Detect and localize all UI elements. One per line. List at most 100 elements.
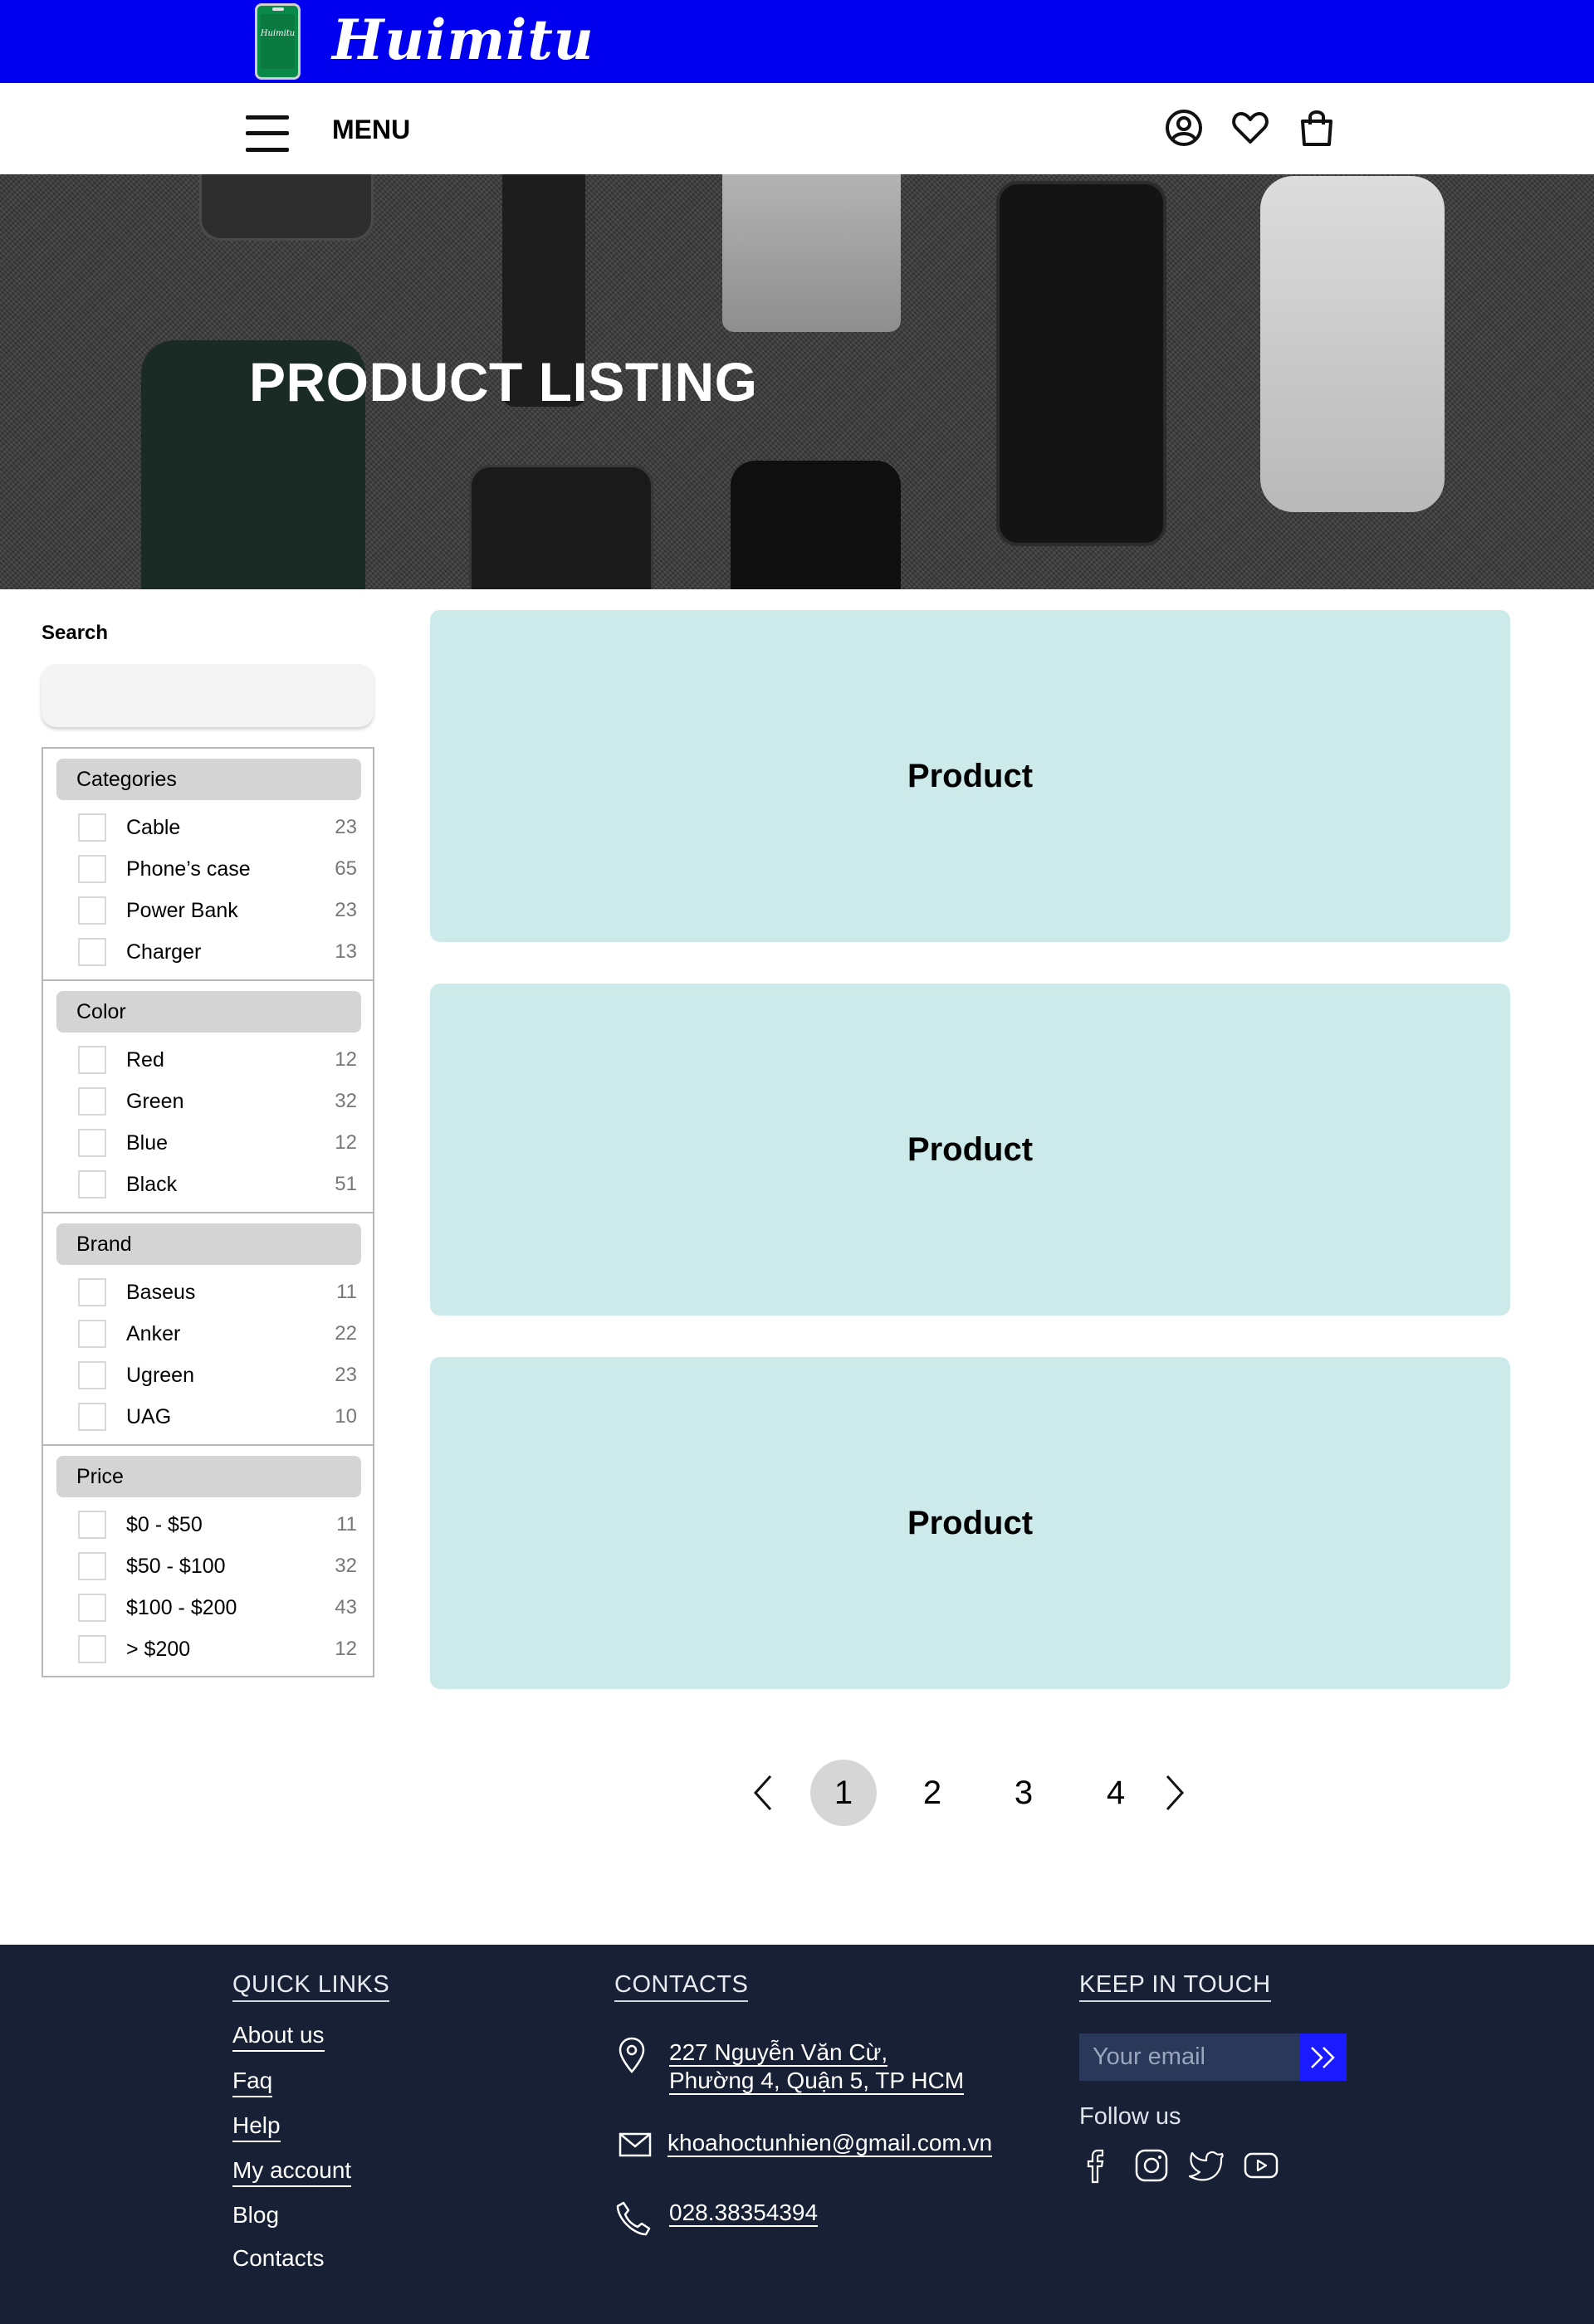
product-card[interactable]: Product [430, 1357, 1510, 1689]
hero-phone-image [199, 174, 374, 241]
filter-option[interactable]: Baseus 11 [75, 1272, 357, 1313]
checkbox[interactable] [78, 1278, 106, 1306]
contact-phone[interactable]: 028.38354394 [669, 2199, 819, 2227]
menu-label[interactable]: MENU [332, 113, 410, 146]
newsletter-email-input[interactable] [1079, 2034, 1299, 2081]
checkbox[interactable] [78, 1552, 106, 1580]
filter-option[interactable]: Cable 23 [75, 807, 357, 848]
hero-banner: PRODUCT LISTING [0, 174, 1594, 589]
heart-icon[interactable] [1227, 105, 1274, 151]
facebook-icon[interactable] [1078, 2146, 1116, 2185]
checkbox[interactable] [78, 813, 106, 842]
filter-option-count: 10 [335, 1405, 357, 1428]
checkbox[interactable] [78, 1129, 106, 1157]
footer-link-contacts[interactable]: Contacts [232, 2243, 325, 2273]
filter-option-count: 11 [336, 1281, 357, 1303]
filter-option-count: 12 [335, 1131, 357, 1154]
filter-group-brand: Brand Baseus 11 Anker 22 Ugreen 23 UAG 10 [43, 1213, 373, 1446]
brand-name[interactable]: Huimitu [332, 3, 594, 76]
filter-option-count: 51 [335, 1173, 357, 1195]
contacts-title: CONTACTS [614, 1970, 749, 2002]
footer-link-help[interactable]: Help [232, 2111, 281, 2142]
youtube-icon[interactable] [1242, 2146, 1280, 2185]
checkbox[interactable] [78, 1635, 106, 1663]
checkbox[interactable] [78, 855, 106, 883]
shopping-bag-icon[interactable] [1293, 105, 1340, 151]
checkbox[interactable] [78, 896, 106, 925]
page-button-current[interactable]: 1 [810, 1760, 877, 1826]
next-page-icon[interactable] [1159, 1768, 1192, 1818]
product-card[interactable]: Product [430, 984, 1510, 1316]
page-button[interactable]: 4 [1083, 1760, 1149, 1826]
instagram-icon[interactable] [1132, 2146, 1171, 2185]
filter-option-label: UAG [126, 1405, 172, 1428]
filter-option-label: Baseus [126, 1281, 196, 1304]
filter-option-count: 23 [335, 899, 357, 921]
checkbox[interactable] [78, 1087, 106, 1116]
page-button[interactable]: 2 [899, 1760, 966, 1826]
hero-phone-image [731, 461, 901, 589]
contact-email[interactable]: khoahoctunhien@gmail.com.vn [667, 2129, 993, 2157]
footer-link-my-account[interactable]: My account [232, 2156, 352, 2187]
hero-phone-image [469, 465, 653, 589]
phone-text: 028.38354394 [669, 2200, 819, 2227]
checkbox[interactable] [78, 1361, 106, 1389]
filter-option[interactable]: Charger 13 [75, 931, 357, 973]
twitter-icon[interactable] [1187, 2146, 1225, 2185]
follow-us-label: Follow us [1079, 2103, 1181, 2130]
filter-option-label: Phone’s case [126, 857, 251, 881]
filter-option[interactable]: Red 12 [75, 1039, 357, 1081]
logo-mini-text: Huimitu [260, 29, 296, 38]
hero-phone-image [996, 181, 1166, 546]
filter-group-title[interactable]: Categories [56, 759, 361, 800]
checkbox[interactable] [78, 1511, 106, 1539]
footer-link-blog[interactable]: Blog [232, 2200, 279, 2230]
checkbox[interactable] [78, 1320, 106, 1348]
search-input[interactable] [42, 664, 374, 727]
filter-option[interactable]: Power Bank 23 [75, 890, 357, 931]
filter-option-label: $50 - $100 [126, 1555, 226, 1578]
filter-option-label: > $200 [126, 1638, 191, 1661]
email-text: khoahoctunhien@gmail.com.vn [667, 2130, 993, 2157]
logo-phone-icon[interactable]: Huimitu [255, 3, 301, 80]
hamburger-menu-icon[interactable] [246, 112, 289, 155]
checkbox[interactable] [78, 938, 106, 966]
filter-option-count: 11 [336, 1513, 357, 1536]
filter-panel: Categories Cable 23 Phone’s case 65 Power … [42, 747, 374, 1677]
filter-option[interactable]: Green 32 [75, 1081, 357, 1122]
filter-option[interactable]: $0 - $50 11 [75, 1504, 357, 1545]
product-card[interactable]: Product [430, 610, 1510, 942]
footer-link-about[interactable]: About us [232, 2020, 325, 2052]
filter-option[interactable]: UAG 10 [75, 1396, 357, 1438]
page-button[interactable]: 3 [990, 1760, 1057, 1826]
checkbox[interactable] [78, 1046, 106, 1074]
filter-option[interactable]: Phone’s case 65 [75, 848, 357, 890]
checkbox[interactable] [78, 1403, 106, 1431]
newsletter-submit-button[interactable] [1299, 2034, 1347, 2081]
filter-option[interactable]: Anker 22 [75, 1313, 357, 1355]
prev-page-icon[interactable] [746, 1768, 779, 1818]
checkbox[interactable] [78, 1170, 106, 1199]
filter-option-label: Red [126, 1048, 164, 1072]
filter-option[interactable]: Blue 12 [75, 1122, 357, 1164]
quick-links-title: QUICK LINKS [232, 1970, 390, 2002]
filter-group-title[interactable]: Color [56, 991, 361, 1033]
user-icon[interactable] [1161, 105, 1207, 151]
filter-group-title[interactable]: Price [56, 1456, 361, 1497]
filter-option-count: 32 [335, 1090, 357, 1112]
filter-option-label: Power Bank [126, 899, 238, 922]
brand-header: Huimitu Huimitu [0, 0, 1594, 83]
filter-option-label: Green [126, 1090, 184, 1113]
filter-option[interactable]: $100 - $200 43 [75, 1587, 357, 1628]
address-line2: Phường 4, Quận 5, TP HCM [669, 2068, 965, 2095]
filter-option[interactable]: $50 - $100 32 [75, 1545, 357, 1587]
filter-group-title[interactable]: Brand [56, 1223, 361, 1265]
filter-option[interactable]: Ugreen 23 [75, 1355, 357, 1396]
filter-option-label: $100 - $200 [126, 1596, 237, 1619]
filter-group-color: Color Red 12 Green 32 Blue 12 Black 51 [43, 981, 373, 1213]
footer-link-faq[interactable]: Faq [232, 2066, 273, 2097]
checkbox[interactable] [78, 1594, 106, 1622]
contact-address[interactable]: 227 Nguyễn Văn Cừ, Phường 4, Quận 5, TP … [669, 2038, 965, 2095]
filter-option[interactable]: > $200 12 [75, 1628, 357, 1670]
filter-option[interactable]: Black 51 [75, 1164, 357, 1205]
